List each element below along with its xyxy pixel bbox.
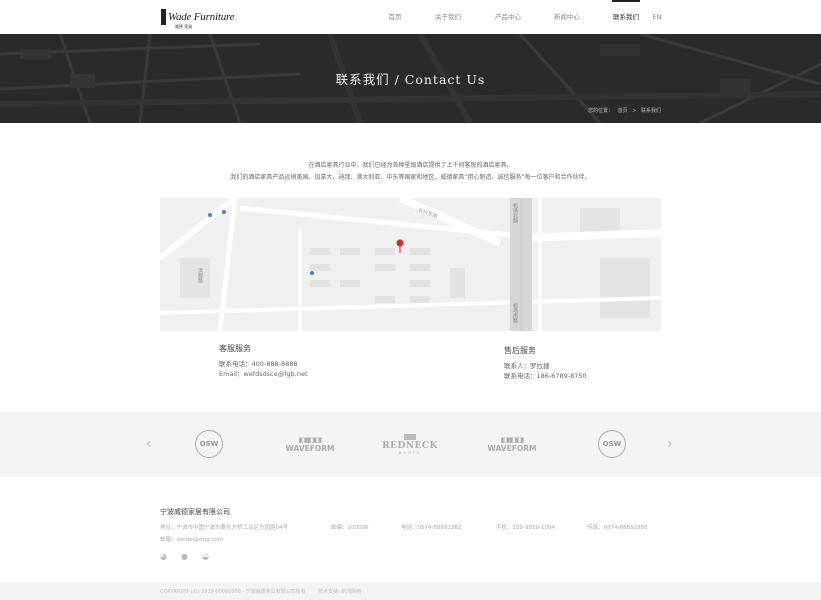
- waveform-bars-icon: ▮▯▮▮▯▮▯▮: [298, 435, 323, 444]
- svg-text:机场南路: 机场南路: [512, 302, 518, 324]
- redneck-logo-text: REDNECK: [382, 440, 438, 451]
- footer-fax: 传真：0574-88652380: [587, 525, 648, 531]
- redneck-logo-sub: BOOTS: [398, 450, 422, 455]
- partner-logo-waveform-2[interactable]: ▮▯▮▮▯▮▯▮ WAVEFORM: [482, 429, 542, 459]
- nav-contact[interactable]: 联系我们: [612, 0, 640, 34]
- carousel-prev-button[interactable]: ‹: [146, 436, 152, 452]
- customer-service-email[interactable]: Email：wefdsdsce@fgb.net: [219, 369, 308, 380]
- svg-text:洪都路: 洪都路: [197, 267, 203, 284]
- waveform-bars-icon: ▮▯▮▮▯▮▯▮: [500, 435, 525, 444]
- osw-logo: OSW: [195, 430, 223, 458]
- after-sales-title: 售后服务: [504, 346, 536, 355]
- breadcrumb-home-link[interactable]: 首页: [618, 108, 628, 114]
- footer-postcode: 邮编：100000: [331, 525, 369, 531]
- footer-company-name: 宁波威德家居有限公司: [160, 508, 230, 516]
- nav-news[interactable]: 新闻中心: [549, 0, 585, 34]
- carousel-next-button[interactable]: ›: [667, 436, 673, 452]
- nav-home[interactable]: 首页: [380, 0, 410, 34]
- page-title: 联系我们 / Contact Us: [335, 72, 486, 87]
- breadcrumb: 您的位置： 首页 > 联系我们: [585, 107, 661, 114]
- nav-products[interactable]: 产品中心: [490, 0, 526, 34]
- tech-support-link[interactable]: 技术支持: 新鸿网络: [318, 588, 361, 595]
- wechat-icon[interactable]: ◒: [202, 553, 212, 561]
- site-header: Wade Furniture 威德 家具 首页 关于我们 产品中心 新闻中心 联…: [0, 0, 821, 34]
- map-graphic: 长兴东路 机场北路 机场南路 洪都路: [160, 198, 661, 331]
- after-sales-phone: 联系电话：186-6789-8750: [504, 372, 587, 380]
- waveform-logo-text: WAVEFORM: [487, 443, 537, 453]
- logo-mark: [161, 9, 166, 25]
- svg-text:机场北路: 机场北路: [512, 202, 518, 224]
- osw-logo: OSW: [598, 430, 626, 458]
- after-sales-block: 售后服务 联系人：罗拉捷 联系电话：186-6789-8750: [504, 346, 587, 382]
- partners-carousel: ‹ › OSW ▮▯▮▮▯▮▯▮ WAVEFORM REDNECK BOOTS …: [0, 412, 821, 477]
- waveform-logo-text: WAVEFORM: [285, 443, 335, 453]
- partner-logo-osw-2[interactable]: OSW: [582, 429, 642, 459]
- logo-text: Wade Furniture: [168, 11, 235, 23]
- partner-logo-waveform[interactable]: ▮▯▮▮▯▮▯▮ WAVEFORM: [280, 429, 340, 459]
- weibo-icon[interactable]: ◕: [160, 553, 170, 561]
- qq-icon[interactable]: ●: [181, 553, 191, 561]
- after-sales-person: 联系人：罗拉捷: [504, 361, 550, 370]
- logo-subtitle: 威德 家具: [175, 24, 193, 29]
- logo[interactable]: Wade Furniture 威德 家具: [161, 8, 235, 29]
- page-banner: 联系我们 / Contact Us 您的位置： 首页 > 联系我们: [0, 34, 821, 123]
- customer-service-title: 客服服务: [219, 344, 251, 353]
- footer-email[interactable]: 邮箱：weide@zhjg.com: [160, 535, 223, 543]
- nav-about[interactable]: 关于我们: [430, 0, 466, 34]
- footer-mobile: 手机：159-9050-1094: [496, 525, 555, 531]
- breadcrumb-separator: >: [632, 108, 637, 114]
- footer-address: 地址：宁波市中国宁波市奉化方桥工业区方园路54号: [160, 525, 289, 531]
- intro-text: 在酒店家具行业中，我们已经为各种星级酒店提供了上千间客房的酒店家具。 我们的酒店…: [0, 160, 821, 184]
- intro-line-1: 在酒店家具行业中，我们已经为各种星级酒店提供了上千间客房的酒店家具。: [308, 162, 513, 169]
- copyright-bar: [0, 583, 821, 600]
- location-map[interactable]: 长兴东路 机场北路 机场南路 洪都路: [160, 198, 661, 331]
- intro-line-2: 我们的酒店家具产品远销美国、加拿大、迪拜、澳大利亚、中东等国家和地区，威德家具“…: [230, 174, 591, 181]
- breadcrumb-prefix: 您的位置：: [587, 108, 613, 114]
- copyright-text: COPYRIGHT (©) 2019 00000000 · 宁波威德家具有限公司…: [160, 589, 306, 595]
- nav-language-en[interactable]: EN: [650, 0, 664, 34]
- partner-logo-redneck[interactable]: REDNECK BOOTS: [380, 429, 440, 459]
- partner-logo-osw[interactable]: OSW: [179, 429, 239, 459]
- page: Wade Furniture 威德 家具 首页 关于我们 产品中心 新闻中心 联…: [0, 0, 821, 600]
- customer-service-block: 客服服务 联系电话：400-888-8888 Email：wefdsdsce@f…: [219, 344, 308, 380]
- footer-tel: 电话：0574-88652382: [401, 525, 462, 531]
- flag-icon: [404, 433, 416, 440]
- customer-service-phone: 联系电话：400-888-8888: [219, 359, 298, 368]
- breadcrumb-current: 联系我们: [640, 108, 661, 114]
